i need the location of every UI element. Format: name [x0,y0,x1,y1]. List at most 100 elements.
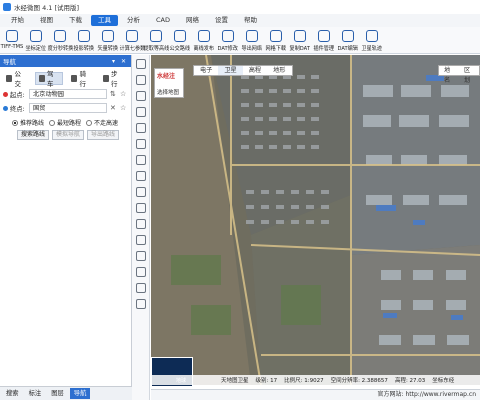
mode-tab[interactable]: 公交 [3,70,30,88]
menu-tab[interactable]: 网络 [179,15,206,26]
draw-tool-icon[interactable] [135,283,146,293]
tool-icon [30,30,42,42]
toolbar-button[interactable]: 离线发布 [193,27,215,54]
bottom-tab[interactable]: 标注 [25,388,46,399]
favorite-star-icon[interactable]: ☆ [120,104,127,112]
start-input[interactable]: 北京动物园 [29,89,107,99]
tool-icon [222,30,234,42]
travel-modes: 公交 驾车 骑行 步行 [0,70,131,88]
tool-icon [6,30,18,42]
draw-tool-icon[interactable] [135,203,146,213]
status-level: 级别: 17 [255,378,278,384]
map-type-tab[interactable]: 高程 [243,66,267,75]
draw-tool-icon[interactable] [135,139,146,149]
radio-icon [86,119,93,126]
map-source-label: 选择地图 [157,90,180,96]
map-type-tab[interactable]: 卫星 [218,66,243,75]
route-option[interactable]: 最短路程 [49,118,81,127]
route-action-button[interactable]: 导出路线 [87,130,120,140]
toolbar-button[interactable]: 度分秒转换 [47,27,73,54]
map-type-tab[interactable]: 电子 [194,66,218,75]
draw-tool-icon[interactable] [135,155,146,165]
map-type-tabs: 电子 卫星 高程 地形 [193,65,293,76]
menu-bar: 开始 视图 下载 工具 分析 CAD 网络 设置 帮助 [0,14,480,27]
bottom-tab[interactable]: 导航 [69,388,91,399]
toolbar-label: 插件管理 [313,46,335,52]
end-marker-icon [3,105,8,111]
toolbar-button[interactable]: 投影转换 [73,27,95,54]
map-source-logo: 水经注 [157,73,176,80]
start-marker-icon [3,91,8,97]
mode-tab[interactable]: 驾车 [34,70,63,88]
toolbar-label: 公交路线 [169,46,191,52]
footer-bar: 官方网站: http://www.rivermap.cn [151,389,480,400]
map-status-bar: 天地图卫星 级别: 17 比例尺: 1:9027 空间分辨率: 2.388657… [151,375,480,385]
toolbar-button[interactable]: 计算七参数 [119,27,145,54]
draw-tool-icon[interactable] [135,171,146,181]
swap-icon[interactable]: ⇅ [110,90,117,98]
toolbar-label: 导出网络 [241,46,263,52]
mode-tab[interactable]: 骑行 [68,70,95,88]
toolbar-button[interactable]: 公交路线 [169,27,191,54]
favorite-star-icon[interactable]: ☆ [120,90,127,98]
toolbar-button[interactable]: 坐标定位 [25,27,47,54]
footer-website[interactable]: 官方网站: http://www.rivermap.cn [378,390,476,400]
toolbar-button[interactable]: TIFF-TMS [1,27,23,54]
toolbar-button[interactable]: 提取等高线 [143,27,169,54]
toolbar-button[interactable]: 插件管理 [313,27,335,54]
toolbar-label: 矢量转换 [97,46,119,52]
draw-tool-icon[interactable] [135,187,146,197]
toolbar-label: 坐标定位 [25,46,47,52]
draw-tool-icon[interactable] [135,267,146,277]
menu-tab[interactable]: 下载 [62,15,89,26]
map-source-selector[interactable]: 水经注 选择地图 [154,68,184,98]
satellite-map[interactable] [151,55,480,385]
draw-tool-icon[interactable] [135,251,146,261]
toolbar-button[interactable]: DAT编辑 [337,27,359,54]
toolbar-button[interactable]: 卫星轨迹 [361,27,383,54]
route-option[interactable]: 推荐路线 [12,118,44,127]
mode-tab[interactable]: 步行 [100,70,127,88]
draw-tool-icon[interactable] [135,91,146,101]
draw-tool-icon[interactable] [135,299,146,309]
menu-tab[interactable]: 帮助 [237,15,264,26]
menu-tab[interactable]: 设置 [208,15,235,26]
menu-tab[interactable]: CAD [149,15,177,26]
toolbar-button[interactable]: 复制DAT [289,27,311,54]
toolbar-button[interactable]: 矢量转换 [97,27,119,54]
toolbar-button[interactable]: DAT修改 [217,27,239,54]
draw-tool-icon[interactable] [135,107,146,117]
app-logo-icon [3,3,11,11]
draw-tool-icon[interactable] [135,75,146,85]
draw-tool-icon[interactable] [135,219,146,229]
menu-tab[interactable]: 视图 [33,15,60,26]
route-option-label: 不走高速 [94,120,119,127]
map-type-tab[interactable]: 地形 [267,66,291,75]
panel-bottom-tabs: 搜索 标注 图层 导航 [0,386,132,400]
toolbar: TIFF-TMS 坐标定位 度分秒转换 投影转换 矢量转换 计算七参数 提取等高线 公交路线离… [0,27,480,54]
toolbar-button[interactable]: 网格下载 [265,27,287,54]
map-overlay-tab[interactable]: 地名 [439,66,459,84]
end-input[interactable]: 国贸 [29,103,107,113]
route-option-label: 最短路程 [57,120,82,127]
toolbar-label: 复制DAT [289,46,311,52]
menu-tab[interactable]: 分析 [120,15,147,26]
route-option-label: 推荐路线 [20,120,45,127]
toolbar-button[interactable]: 导出网络 [241,27,263,54]
panel-controls-icon[interactable]: ▾ ✕ [112,58,128,65]
menu-tab[interactable]: 开始 [4,15,31,26]
draw-tool-icon[interactable] [135,123,146,133]
clear-icon[interactable]: ✕ [110,104,117,112]
bottom-tab[interactable]: 搜索 [2,388,23,399]
route-option[interactable]: 不走高速 [86,118,118,127]
bottom-tab[interactable]: 图层 [47,388,68,399]
route-action-button[interactable]: 模拟导航 [52,130,85,140]
end-label: 终点: [10,105,25,113]
map-overlay-tab[interactable]: 区划 [459,66,479,84]
draw-tool-icon[interactable] [135,59,146,69]
draw-tool-icon[interactable] [135,235,146,245]
route-action-button[interactable]: 搜索路线 [17,130,50,140]
menu-tab[interactable]: 工具 [91,15,118,26]
status-source: 天地图卫星 [221,378,249,384]
toolbar-label: 网格下载 [265,46,287,52]
